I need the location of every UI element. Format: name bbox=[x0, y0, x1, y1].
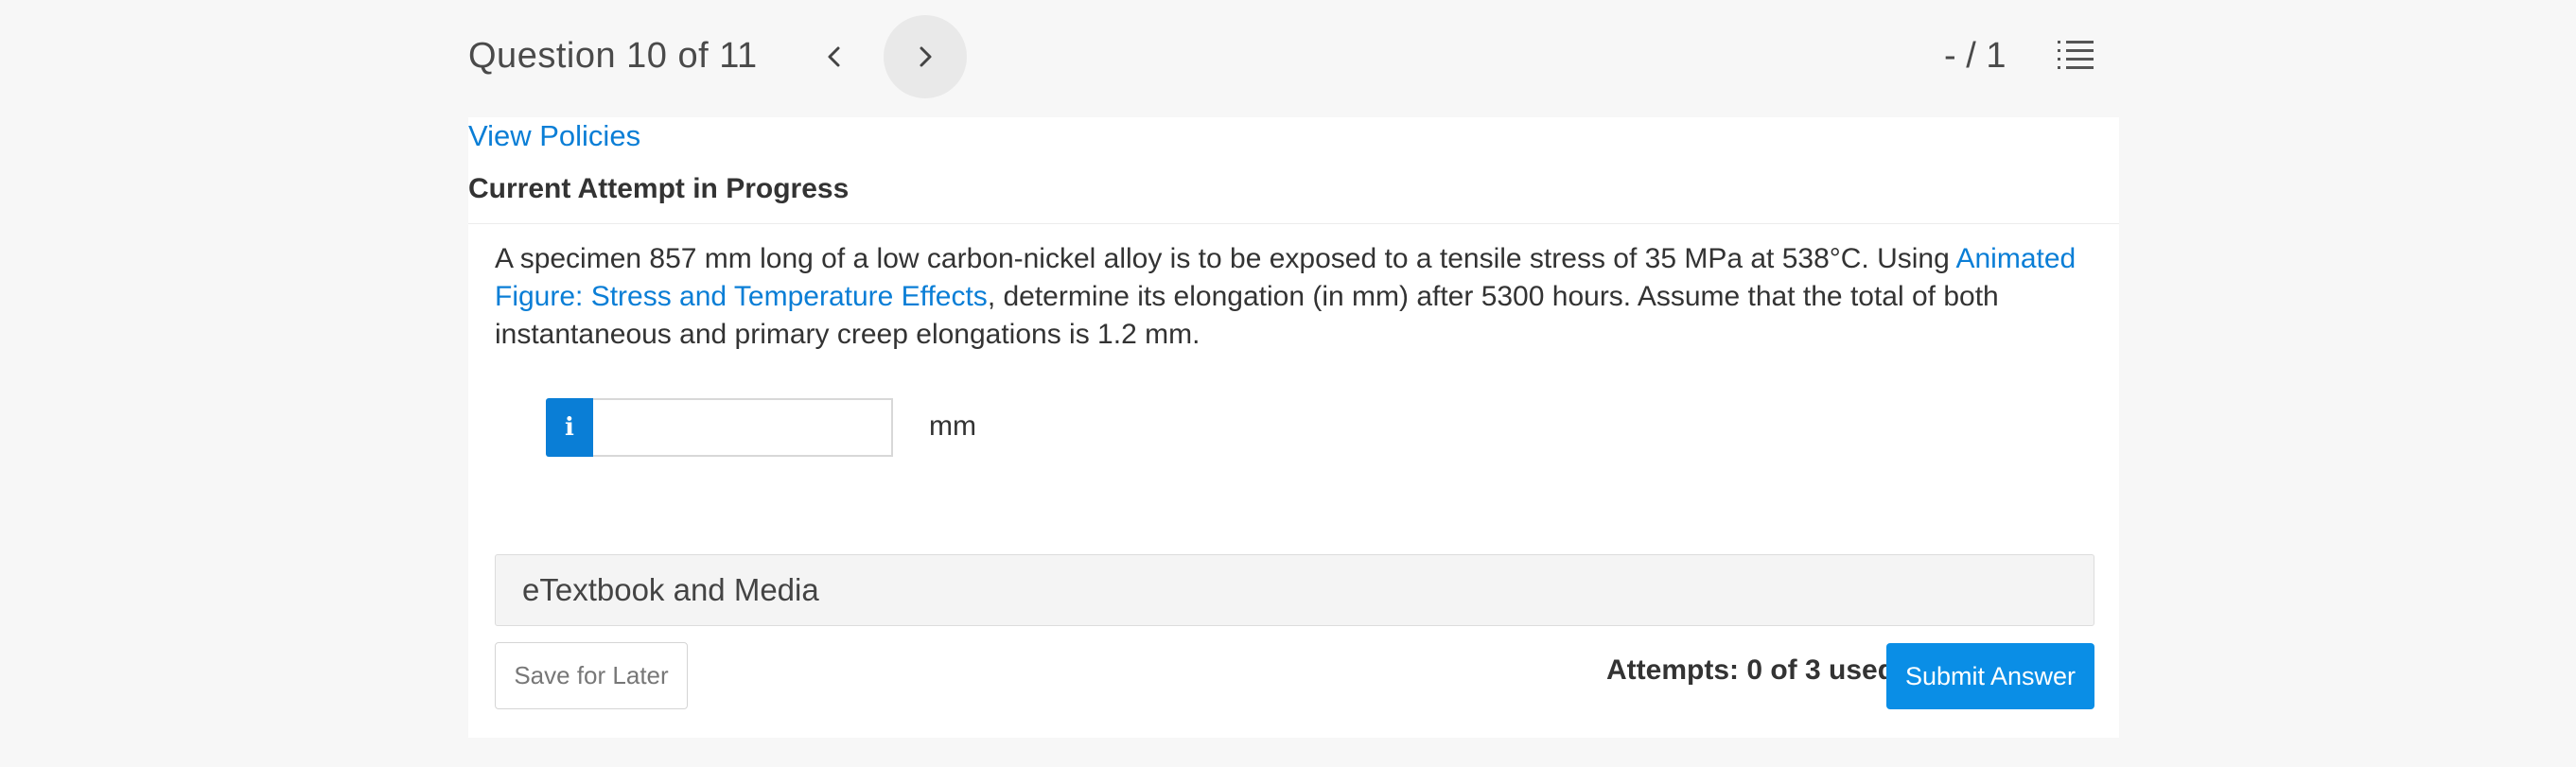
chevron-left-icon bbox=[828, 46, 840, 67]
save-for-later-button[interactable]: Save for Later bbox=[495, 642, 688, 709]
answer-input[interactable] bbox=[593, 398, 893, 457]
numbered-list-icon bbox=[2058, 41, 2094, 69]
info-icon[interactable]: i bbox=[546, 398, 593, 457]
question-counter: Question 10 of 11 bbox=[468, 36, 758, 76]
answer-unit: mm bbox=[929, 410, 976, 442]
question-text: A specimen 857 mm long of a low carbon-n… bbox=[495, 240, 2103, 354]
view-policies-link[interactable]: View Policies bbox=[468, 119, 640, 153]
score-display: - / 1 bbox=[1944, 36, 2006, 76]
question-list-button[interactable] bbox=[2057, 38, 2094, 72]
submit-answer-button[interactable]: Submit Answer bbox=[1886, 643, 2094, 709]
next-question-button[interactable] bbox=[884, 15, 967, 98]
top-bar: Question 10 of 11 - / 1 bbox=[0, 0, 2576, 117]
attempt-heading: Current Attempt in Progress bbox=[468, 173, 850, 204]
etextbook-media-section[interactable]: eTextbook and Media bbox=[495, 554, 2094, 626]
previous-question-button[interactable] bbox=[793, 15, 876, 98]
chevron-right-icon bbox=[920, 46, 932, 67]
question-text-start: A specimen 857 mm long of a low carbon-n… bbox=[495, 243, 1956, 274]
attempts-counter: Attempts: 0 of 3 used bbox=[1606, 654, 1896, 686]
divider bbox=[468, 223, 2119, 224]
